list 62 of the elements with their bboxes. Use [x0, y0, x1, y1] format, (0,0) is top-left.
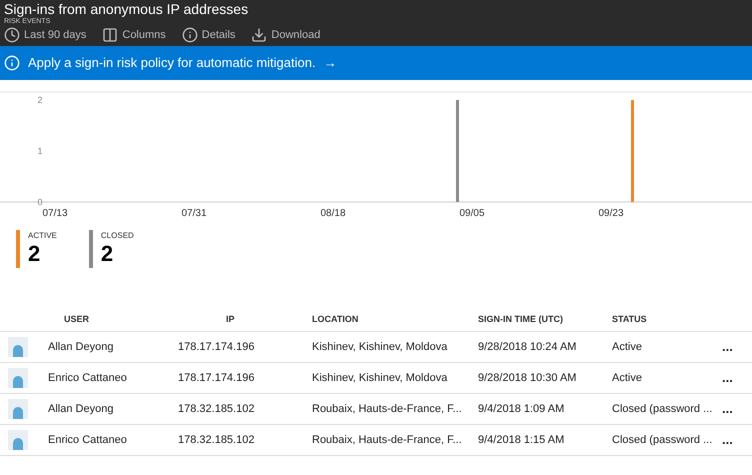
table-cell-text: Kishinev, Kishinev, Moldova — [312, 370, 448, 386]
more-button[interactable]: ... — [722, 368, 752, 388]
banner-text: Apply a sign-in risk policy for automatic mitigation. — [28, 54, 316, 72]
info-icon — [4, 55, 20, 71]
info-icon — [182, 27, 198, 44]
table-row[interactable]: Enrico Cattaneo 178.32.185.102 Roubaix, Hauts-de-France, F... 9/4/2018 1:15 AM Closed (password ... ... — [0, 425, 752, 456]
table-cell-text: 9/4/2018 1:09 AM — [478, 402, 566, 417]
clock-icon — [4, 27, 20, 44]
legend-label: CLOSED — [100, 230, 134, 242]
y-tick-label: 2 — [38, 95, 42, 105]
user-avatar-icon — [8, 430, 28, 450]
table-cell-text: Allan Deyong — [48, 402, 114, 417]
table-cell-text: 9/28/2018 10:30 AM — [478, 370, 578, 386]
table-cell-text: Kishinev, Kishinev, Moldova — [312, 340, 448, 355]
table-row[interactable]: Allan Deyong 178.32.185.102 Roubaix, Hauts-de-France, F... 9/4/2018 1:09 AM Closed (password ... ... — [0, 394, 752, 425]
x-tick-label: 07/13 — [42, 208, 68, 218]
table-cell-text: Roubaix, Hauts-de-France, F... — [312, 402, 463, 417]
column-header: IP — [225, 312, 236, 326]
arrow-icon: → — [324, 53, 337, 73]
table-cell-text: 9/28/2018 10:24 AM — [478, 340, 578, 355]
column-header: LOCATION — [312, 312, 360, 326]
user-avatar-icon — [8, 399, 28, 419]
toolbar-button[interactable]: Columns — [102, 27, 166, 44]
toolbar-button[interactable]: Download — [251, 27, 320, 44]
user-avatar-icon — [8, 337, 28, 357]
table-cell-text: 178.32.185.102 — [178, 432, 256, 448]
toolbar-button[interactable]: Details — [182, 27, 236, 44]
table-cell-text: 9/4/2018 1:15 AM — [478, 432, 566, 448]
table-cell-text: Active — [612, 370, 643, 386]
x-tick-label: 07/31 — [181, 208, 207, 218]
legend-label: ACTIVE — [28, 230, 57, 242]
table-cell-text: Enrico Cattaneo — [48, 370, 128, 386]
download-icon — [251, 27, 268, 44]
more-button[interactable]: ... — [722, 430, 752, 450]
y-tick-label: 1 — [38, 146, 42, 156]
x-tick-label: 08/18 — [320, 208, 346, 218]
table-row[interactable]: Allan Deyong 178.17.174.196 Kishinev, Kishinev, Moldova 9/28/2018 10:24 AM Active ... — [0, 332, 752, 363]
column-header: STATUS — [612, 312, 648, 326]
table-cell-text: 178.17.174.196 — [178, 370, 256, 386]
table-cell-text: Enrico Cattaneo — [48, 432, 128, 448]
table-cell-text: Closed (password ... — [612, 432, 714, 448]
column-header: USER — [63, 312, 90, 326]
x-tick-label: 09/23 — [598, 208, 624, 218]
legend-count: 2 — [28, 242, 42, 266]
more-button[interactable]: ... — [722, 399, 752, 419]
table-cell-text: Closed (password ... — [612, 402, 714, 417]
x-tick-label: 09/05 — [459, 208, 485, 218]
table-cell-text: Roubaix, Hauts-de-France, F... — [312, 432, 463, 448]
table-cell-text: 178.32.185.102 — [178, 402, 256, 417]
table-row[interactable]: Enrico Cattaneo 178.17.174.196 Kishinev, Kishinev, Moldova 9/28/2018 10:30 AM Active ... — [0, 363, 752, 394]
table-cell-text: Allan Deyong — [48, 340, 114, 355]
legend-count: 2 — [100, 242, 114, 266]
window-title: Sign-ins from anonymous IP addresses — [4, 1, 250, 17]
columns-icon — [102, 27, 118, 44]
y-tick-label: 0 — [38, 197, 42, 207]
table-cell-text: 178.17.174.196 — [178, 340, 256, 355]
toolbar-button[interactable]: Last 90 days — [4, 27, 86, 44]
more-button[interactable]: ... — [722, 337, 752, 357]
column-header: SIGN-IN TIME (UTC) — [478, 312, 564, 326]
table-cell-text: Active — [612, 340, 643, 355]
info-banner[interactable]: Apply a sign-in risk policy for automatic mitigation. → — [0, 46, 752, 80]
user-avatar-icon — [8, 368, 28, 388]
